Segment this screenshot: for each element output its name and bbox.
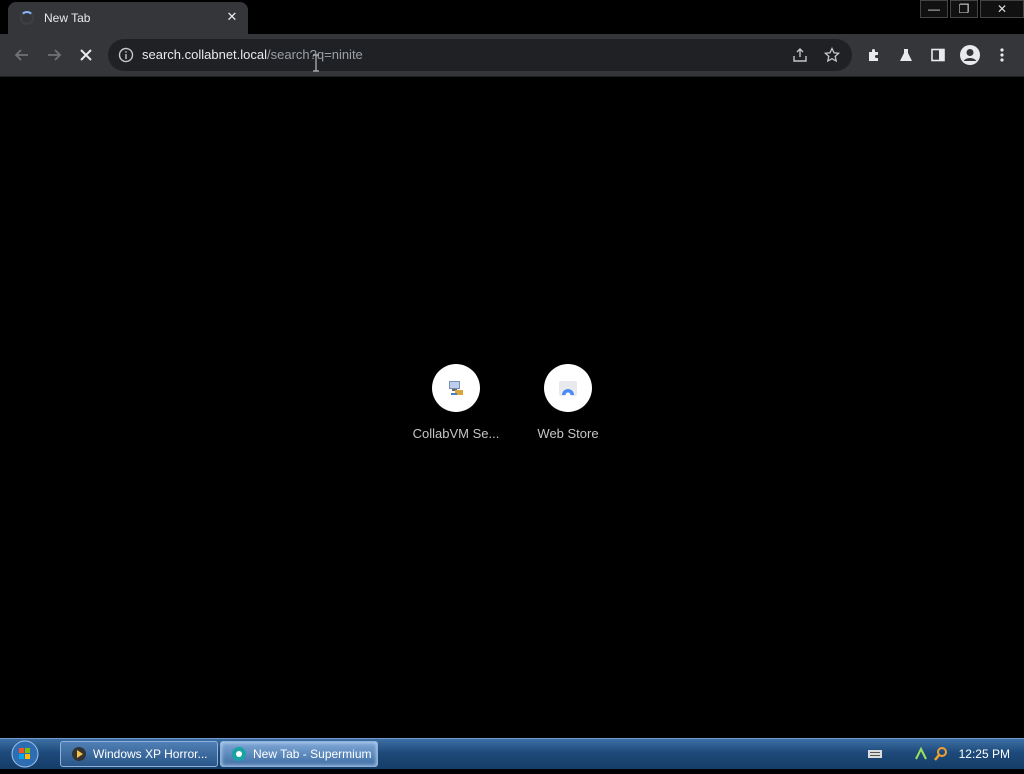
shortcut-web-store[interactable]: Web Store [512,364,624,441]
tab-close-icon[interactable]: ✕ [222,7,242,27]
taskbar-item-label: New Tab - Supermium [253,747,372,761]
stop-x-icon [80,49,92,61]
extensions-button[interactable] [862,43,886,67]
close-icon: ✕ [996,2,1008,16]
start-button[interactable] [8,739,44,769]
share-icon [793,48,807,62]
shortcut-icon-circle [432,364,480,412]
bookmark-button[interactable] [820,43,844,67]
new-tab-page: CollabVM Se... Web Store [0,77,1024,738]
menu-button[interactable] [990,43,1014,67]
url-host: search.collabnet.local [142,47,268,62]
profile-button[interactable] [958,43,982,67]
tab-strip: New Tab ✕ — ❐ ✕ [0,0,1024,34]
taskbar-item-wmp[interactable]: Windows XP Horror... [60,741,218,767]
supermium-icon [231,746,247,762]
forward-arrow-icon [48,49,62,61]
taskbar: Windows XP Horror... New Tab - Supermium… [0,738,1024,769]
shortcut-label: Web Store [537,426,599,441]
loading-spinner-icon [20,11,34,25]
network-icon[interactable] [913,746,929,762]
tab-new-tab[interactable]: New Tab ✕ [8,2,248,34]
collabvm-icon [449,381,463,395]
shortcut-collabvm[interactable]: CollabVM Se... [400,364,512,441]
star-icon [824,47,840,63]
side-panel-button[interactable] [926,43,950,67]
share-button[interactable] [788,43,812,67]
address-bar[interactable]: search.collabnet.local/search?q=ninite [108,39,852,71]
shortcut-icon-circle [544,364,592,412]
labs-button[interactable] [894,43,918,67]
flask-icon [900,49,912,61]
keyboard-icon[interactable] [867,748,883,760]
search-icon[interactable] [933,746,949,762]
three-dots-menu-icon [1000,48,1004,62]
close-window-button[interactable]: ✕ [980,0,1024,18]
text-cursor-icon [313,54,319,72]
restore-icon: ❐ [958,2,970,16]
url-text[interactable]: search.collabnet.local/search?q=ninite [142,47,363,62]
minimize-icon: — [928,2,940,16]
side-panel-icon [931,48,945,62]
shortcut-label: CollabVM Se... [412,426,500,441]
media-player-icon [71,746,87,762]
stop-loading-button[interactable] [74,43,98,67]
tab-title: New Tab [44,11,91,25]
taskbar-item-supermium[interactable]: New Tab - Supermium [220,741,378,767]
taskbar-clock[interactable]: 12:25 PM [959,747,1010,761]
forward-button[interactable] [42,43,66,67]
web-store-icon [559,381,577,398]
back-button[interactable] [10,43,34,67]
browser-toolbar: search.collabnet.local/search?q=ninite [0,34,1024,77]
site-info-icon[interactable] [118,47,134,63]
profile-avatar-icon [960,45,980,65]
puzzle-piece-icon [869,49,878,61]
system-tray: 12:25 PM [867,739,1024,769]
restore-button[interactable]: ❐ [950,0,978,18]
windows-orb-icon [11,740,39,768]
taskbar-item-label: Windows XP Horror... [93,747,208,761]
minimize-button[interactable]: — [920,0,948,18]
back-arrow-icon [14,49,28,61]
window-controls: — ❐ ✕ [918,0,1024,20]
